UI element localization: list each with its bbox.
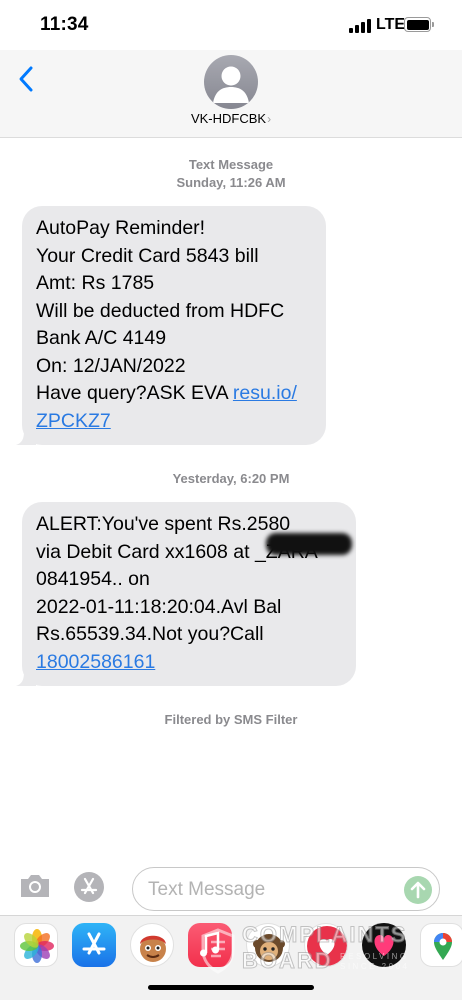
timestamp-1: Sunday, 11:26 AM [176,175,286,190]
watermark-line1: COMPLAINTS [241,922,408,948]
home-indicator[interactable] [148,985,314,990]
message-line: 2022-01-11:18:20:04.Avl Bal [36,595,282,618]
watermark: COMPLAINTS BOARD RESOLVING SINCE 2004 [198,922,418,982]
message-line: Will be deducted from HDFC [36,299,285,322]
timestamp-2: Yesterday, 6:20 PM [172,471,290,486]
message-input-placeholder: Text Message [148,879,266,900]
maps-icon[interactable] [420,923,462,967]
timestamp-group-2: Yesterday, 6:20 PM [0,470,462,488]
watermark-tagline2: SINCE 2004 [340,962,410,971]
message-line: Your Credit Card 5843 bill [36,244,259,267]
contact-name-button[interactable]: VK-HDFCBK› [0,111,462,126]
shield-logo [201,928,235,974]
conversation-header: VK-HDFCBK› [0,50,462,138]
camera-button[interactable] [18,872,52,900]
camera-icon [21,875,49,897]
phone-number-link[interactable]: 18002586161 [36,651,155,673]
signal-strength-icon [349,19,373,33]
bubble-tail [16,431,36,445]
status-bar: 11:34 LTE [0,0,462,50]
message-input[interactable]: Text Message [132,867,440,911]
photos-icon[interactable] [14,923,58,967]
send-button[interactable] [404,876,432,904]
contact-avatar[interactable] [204,55,258,109]
person-silhouette-icon [213,66,249,103]
watermark-tagline1: RESOLVING [340,952,409,961]
back-button[interactable] [14,64,40,94]
watermark-line2: BOARD [242,948,333,974]
message-line: On: 12/JAN/2022 [36,354,186,377]
message-line: Have query?ASK EVA [36,382,228,404]
arrow-up-icon [410,881,426,899]
network-type: LTE [376,16,406,33]
message-link-continued[interactable]: ZPCKZ7 [36,410,111,432]
message-line: Bank A/C 4149 [36,327,167,349]
message-line: AutoPay Reminder! [36,217,206,239]
app-store-icon [74,872,104,902]
timestamp-group-1: Text Message Sunday, 11:26 AM [0,156,462,192]
chevron-right-icon: › [267,112,272,126]
message-line: 0841954.. on [36,568,150,590]
contact-name: VK-HDFCBK [190,111,267,126]
watermark-tagline: RESOLVING SINCE 2004 [340,952,409,972]
message-line: Rs.65539.34.Not you?Call [36,623,264,645]
app-store-icon[interactable] [72,923,116,967]
message-bubble-1[interactable]: AutoPay Reminder! Your Credit Card 5843 … [16,206,326,445]
redaction-mark [266,533,352,555]
bubble-tail [16,672,36,686]
battery-icon [404,17,434,32]
message-bubble-2[interactable]: ALERT:You've spent Rs.2580 via Debit Car… [16,502,356,686]
chevron-left-icon [19,66,33,92]
message-type-label: Text Message [188,157,274,172]
memoji-icon[interactable] [130,923,174,967]
message-line: Amt: Rs 1785 [36,272,155,294]
app-store-button[interactable] [73,871,105,903]
status-time: 11:34 [40,14,89,35]
message-link[interactable]: resu.io/ [233,382,297,404]
filter-note: Filtered by SMS Filter [164,712,298,727]
